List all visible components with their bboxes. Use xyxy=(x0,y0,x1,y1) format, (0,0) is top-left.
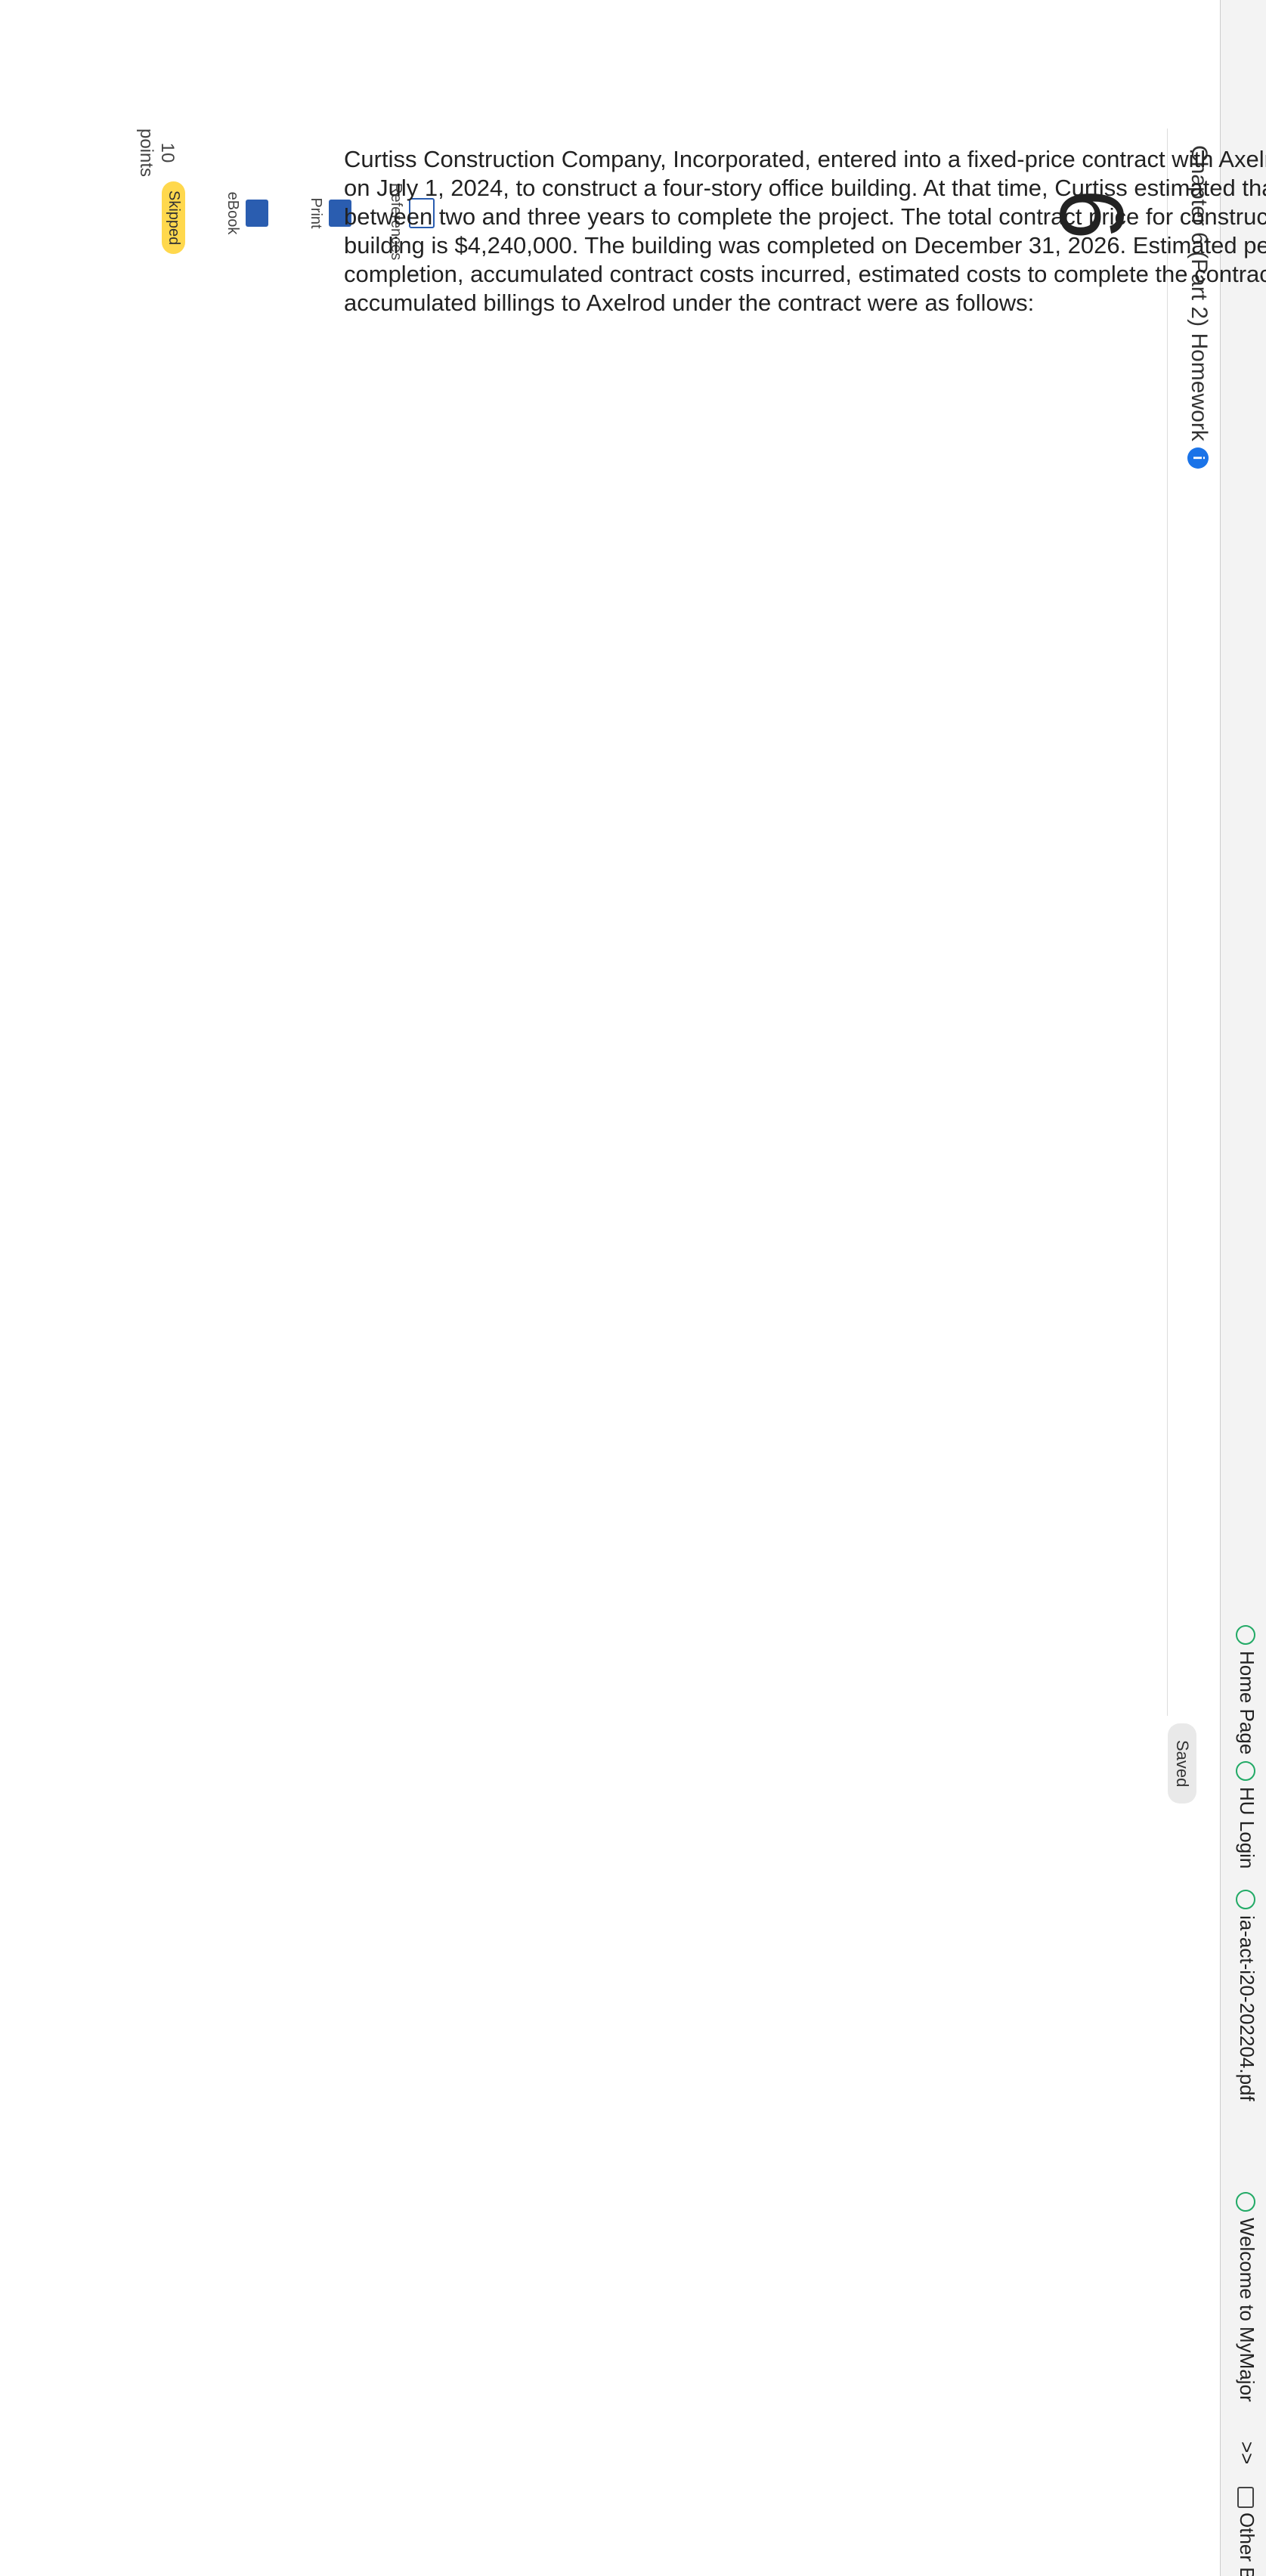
bookmarks-bar: Other B >> Welcome to MyMajor ia-act-i20… xyxy=(1220,0,1266,2576)
globe-icon xyxy=(1235,2192,1255,2212)
divider xyxy=(1167,128,1168,1716)
bookmark-overflow[interactable]: >> xyxy=(1235,2441,1258,2464)
bookmark-hu-login[interactable]: HU Login xyxy=(1235,1761,1258,1869)
saved-status: Saved xyxy=(1168,1723,1196,1804)
info-icon[interactable]: i xyxy=(1187,447,1209,469)
points-info: 10 points xyxy=(136,128,178,178)
folder-icon xyxy=(1237,2487,1254,2508)
skipped-badge: Skipped xyxy=(162,181,185,255)
bookmark-pdf[interactable]: ia-act-i20-202204.pdf xyxy=(1235,1890,1258,2101)
globe-icon xyxy=(1235,1625,1255,1645)
globe-icon xyxy=(1235,1890,1255,1909)
bookmark-home-page[interactable]: Home Page xyxy=(1235,1625,1258,1754)
bookmark-mymajor[interactable]: Welcome to MyMajor xyxy=(1235,2192,1258,2402)
ebook-tool[interactable]: eBook xyxy=(224,183,268,243)
problem-text: Curtiss Construction Company, Incorporat… xyxy=(344,146,1266,316)
globe-icon xyxy=(1235,1761,1255,1781)
book-icon xyxy=(246,200,268,227)
bookmark-other[interactable]: Other B xyxy=(1235,2487,1258,2576)
